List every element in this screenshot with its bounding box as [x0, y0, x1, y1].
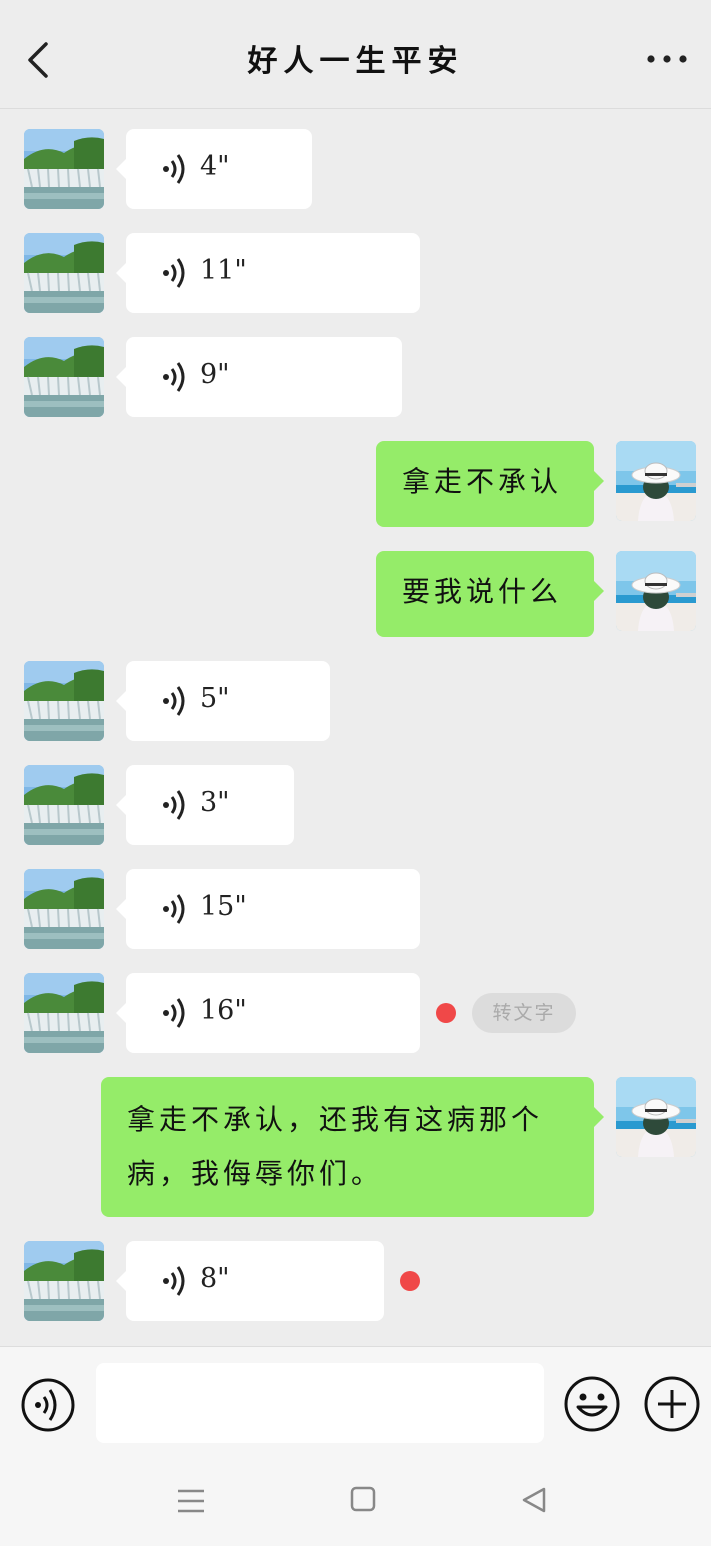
chat-history[interactable]: 4" 11" 9" 拿走不承认 要我说什么 5" 3" 15" 16" 转文字 … [0, 108, 711, 1346]
text-message-bubble[interactable]: 拿走不承认 [376, 441, 604, 527]
self-avatar[interactable] [616, 551, 696, 631]
voice-duration: 8" [200, 1263, 230, 1294]
contact-avatar[interactable] [24, 661, 104, 741]
contact-avatar[interactable] [24, 1241, 104, 1321]
voice-wave-icon [163, 154, 185, 184]
emoji-icon[interactable] [563, 1375, 621, 1433]
voice-message-bubble[interactable]: 15" [116, 869, 420, 949]
message-input[interactable] [96, 1363, 544, 1443]
voice-wave-icon [163, 258, 185, 288]
voice-message-bubble[interactable]: 5" [116, 661, 330, 741]
self-avatar[interactable] [616, 1077, 696, 1157]
text-message-bubble[interactable]: 拿走不承认，还我有这病那个病，我侮辱你们。 [101, 1077, 604, 1217]
voice-duration: 4" [200, 151, 230, 182]
input-bar [0, 1346, 711, 1457]
contact-avatar[interactable] [24, 973, 104, 1053]
menu-icon[interactable] [176, 1488, 206, 1514]
message-text: 拿走不承认，还我有这病那个病，我侮辱你们。 [127, 1103, 544, 1190]
voice-duration: 9" [200, 359, 230, 390]
voice-wave-icon [163, 686, 185, 716]
voice-duration: 5" [200, 683, 230, 714]
voice-message-bubble[interactable]: 9" [116, 337, 402, 417]
voice-message-bubble[interactable]: 8" [116, 1241, 384, 1321]
voice-message-bubble[interactable]: 3" [116, 765, 294, 845]
unread-dot [436, 1003, 456, 1023]
voice-message-bubble[interactable]: 16" [116, 973, 420, 1053]
plus-icon[interactable] [643, 1375, 701, 1433]
voice-wave-icon [163, 790, 185, 820]
text-message-bubble[interactable]: 要我说什么 [376, 551, 604, 637]
contact-avatar[interactable] [24, 337, 104, 417]
voice-wave-icon [163, 362, 185, 392]
convert-to-text-button[interactable]: 转文字 [472, 993, 576, 1033]
back-triangle-icon[interactable] [520, 1486, 548, 1514]
voice-duration: 16" [200, 995, 247, 1026]
voice-duration: 15" [200, 891, 247, 922]
voice-wave-icon [163, 998, 185, 1028]
message-text: 要我说什么 [402, 575, 563, 608]
chat-header: 好人一生平安 [0, 0, 711, 109]
home-square-icon[interactable] [350, 1486, 376, 1512]
voice-duration: 3" [200, 787, 230, 818]
voice-message-bubble[interactable]: 4" [116, 129, 312, 209]
self-avatar[interactable] [616, 441, 696, 521]
contact-avatar[interactable] [24, 869, 104, 949]
voice-wave-icon [163, 1266, 185, 1296]
contact-avatar[interactable] [24, 233, 104, 313]
voice-message-bubble[interactable]: 11" [116, 233, 420, 313]
contact-avatar[interactable] [24, 765, 104, 845]
unread-dot [400, 1271, 420, 1291]
voice-wave-icon [163, 894, 185, 924]
system-nav-bar [0, 1456, 711, 1546]
contact-avatar[interactable] [24, 129, 104, 209]
voice-duration: 11" [200, 255, 247, 286]
voice-toggle-icon[interactable] [20, 1377, 76, 1433]
more-dots-icon[interactable] [645, 44, 689, 74]
message-text: 拿走不承认 [402, 465, 563, 498]
chat-title: 好人一生平安 [247, 44, 464, 79]
